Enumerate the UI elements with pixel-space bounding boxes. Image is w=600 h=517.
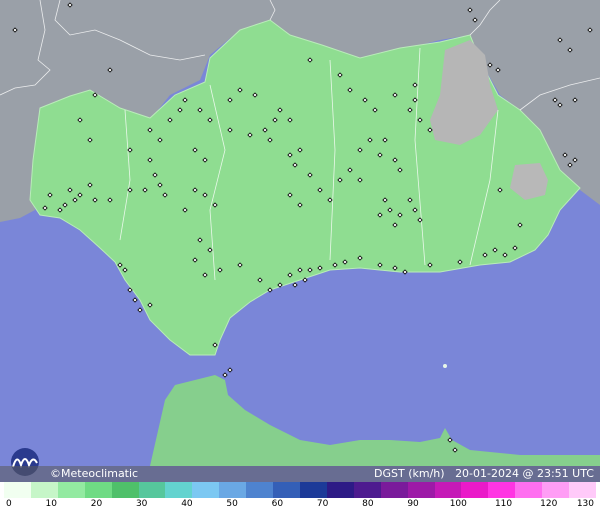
legend-swatch [461,482,489,498]
legend-swatch [138,482,166,498]
legend-swatch [219,482,247,498]
legend-tick-label: 20 [90,499,103,509]
legend-swatch [569,482,596,498]
legend-tick-label: 80 [362,499,374,509]
map-canvas [0,0,600,466]
legend-tick-label: 10 [45,499,57,509]
legend-tick-label: 110 [494,499,513,509]
legend-swatch [57,482,85,498]
legend-swatch [299,482,327,498]
legend-tick-label: 30 [135,499,148,509]
legend-swatch [326,482,354,498]
legend-swatch [273,482,300,498]
legend-tick-label: 120 [540,499,558,509]
legend-swatch [246,482,274,498]
legend-swatch [488,482,516,498]
legend-tick-label: 70 [316,499,329,509]
product-timestamp: DGST (km/h) 20-01-2024 @ 23:51 UTC [374,467,594,480]
legend-tick-label: 100 [449,499,467,509]
info-bar: ©Meteoclimatic DGST (km/h) 20-01-2024 @ … [0,466,600,482]
legend-ticks: 0 10 20 30 40 50 60 70 80 90 100 110 120 130 [0,499,600,517]
legend-color-bar [4,482,596,498]
legend-swatch [165,482,193,498]
legend-tick-label: 60 [271,499,284,509]
credit-label: ©Meteoclimatic [50,467,139,480]
legend-tick-label: 0 [6,499,12,509]
legend-swatch [407,482,435,498]
legend-swatch [111,482,139,498]
timestamp-label: 20-01-2024 @ 23:51 UTC [455,467,594,480]
legend-swatch [4,482,31,498]
legend-swatch [30,482,58,498]
product-label: DGST (km/h) [374,467,445,480]
legend-swatch [515,482,543,498]
legend-swatch [542,482,570,498]
legend-tick-label: 130 [576,499,594,509]
color-legend: 0 10 20 30 40 50 60 70 80 90 100 110 120 130 [0,482,600,517]
legend-tick-label: 40 [181,499,193,509]
legend-swatch [84,482,112,498]
alboran-island [443,364,447,368]
legend-swatch [434,482,462,498]
legend-swatch [380,482,408,498]
legend-tick-label: 50 [226,499,238,509]
wind-gust-map: ©Meteoclimatic DGST (km/h) 20-01-2024 @ … [0,0,600,517]
legend-swatch [192,482,220,498]
legend-swatch [353,482,381,498]
legend-tick-label: 90 [407,499,419,509]
